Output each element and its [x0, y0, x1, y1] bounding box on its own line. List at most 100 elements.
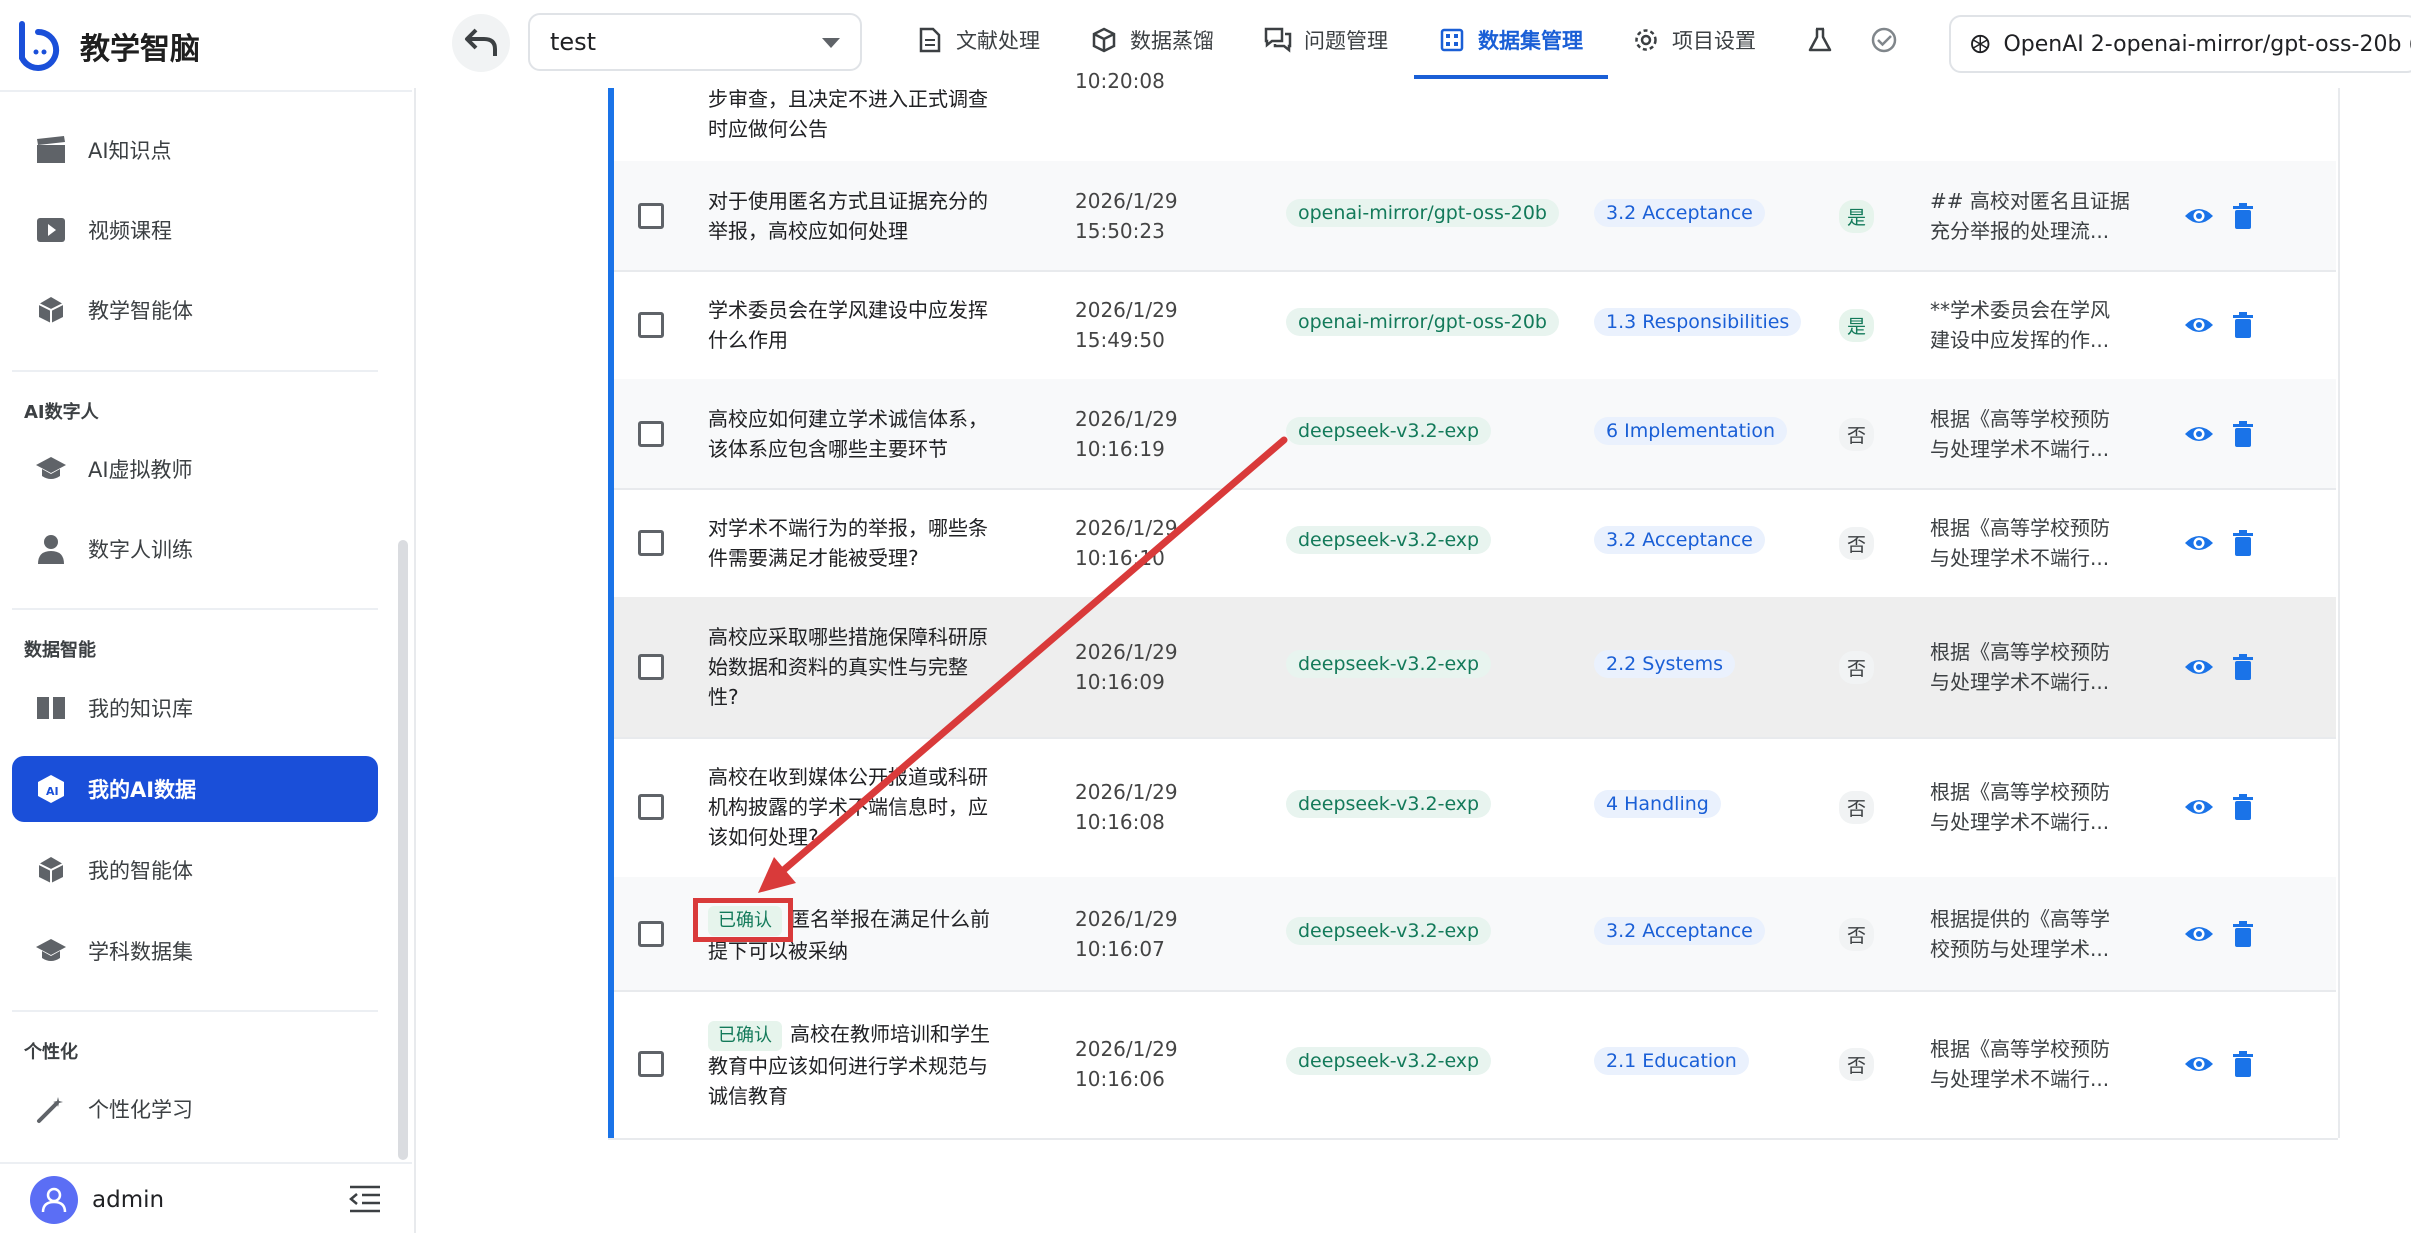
- question-text[interactable]: 对于使用匿名方式且证据充分的 举报，高校应如何处理: [708, 186, 1028, 246]
- answer-preview: 根据《高等学校预防 与处理学术不端行...: [1930, 1037, 2110, 1091]
- chapter-tag: 1.3 Responsibilities: [1594, 308, 1802, 336]
- top-bar: test 文献处理 数据蒸馏 问题管理 数据集管理 项目设置 OpenAI 2-…: [414, 0, 2411, 88]
- clapperboard-icon: [32, 131, 70, 169]
- project-select[interactable]: test: [528, 13, 862, 71]
- table-row[interactable]: 步审查，且决定不进入正式调查 时应做何公告 10:20:08: [614, 69, 2336, 163]
- question-line: 性?: [708, 685, 739, 709]
- table-row[interactable]: 高校应如何建立学术诚信体系， 该体系应包含哪些主要环节 2026/1/29 10:16…: [614, 379, 2336, 490]
- tab-label: 项目设置: [1672, 29, 1756, 53]
- row-checkbox[interactable]: [638, 921, 664, 947]
- row-checkbox[interactable]: [638, 530, 664, 556]
- avatar[interactable]: [30, 1175, 78, 1224]
- eye-icon[interactable]: [2184, 528, 2214, 558]
- graduation-cap-icon: [32, 450, 70, 488]
- table-row[interactable]: 已确认 匿名举报在满足什么前 提下可以被采纳 2026/1/29 10:16:07 dee…: [614, 877, 2336, 992]
- answer-preview: **学术委员会在学风 建设中应发挥的作...: [1930, 298, 2110, 352]
- row-checkbox[interactable]: [638, 421, 664, 447]
- eye-icon[interactable]: [2184, 1049, 2214, 1079]
- created-time: 2026/1/29 10:16:19: [1075, 407, 1178, 461]
- question-text[interactable]: 对学术不端行为的举报，哪些条 件需要满足才能被受理?: [708, 513, 1028, 573]
- sidebar-item-my-ai-data[interactable]: AI 我的AI数据: [12, 756, 378, 822]
- tab-question-management[interactable]: 问题管理: [1264, 0, 1388, 80]
- trash-icon[interactable]: [2228, 201, 2258, 231]
- section-divider: [12, 1010, 378, 1012]
- question-line: 教育中应该如何进行学术规范与: [708, 1054, 988, 1078]
- eye-icon[interactable]: [2184, 792, 2214, 822]
- sidebar-item-my-agent[interactable]: 我的智能体: [12, 837, 378, 903]
- sidebar-item-teaching-agent[interactable]: 教学智能体: [12, 277, 378, 343]
- question-text[interactable]: 学术委员会在学风建设中应发挥 什么作用: [708, 295, 1028, 355]
- row-checkbox[interactable]: [638, 654, 664, 680]
- brand-divider: [0, 90, 412, 92]
- sidebar-item-ai-virtual-teacher[interactable]: AI虚拟教师: [12, 436, 378, 502]
- eye-icon[interactable]: [2184, 652, 2214, 682]
- trash-icon[interactable]: [2228, 792, 2258, 822]
- answer-preview: 根据《高等学校预防 与处理学术不端行...: [1930, 407, 2110, 461]
- project-select-value: test: [550, 28, 597, 56]
- caret-down-icon: [822, 38, 840, 48]
- collapse-menu-icon[interactable]: [348, 1182, 382, 1216]
- trash-icon[interactable]: [2228, 419, 2258, 449]
- sidebar-item-my-knowledge-base[interactable]: 我的知识库: [12, 675, 378, 741]
- table-row[interactable]: 已确认 高校在教师培训和学生 教育中应该如何进行学术规范与 诚信教育 2026/1/29…: [614, 990, 2336, 1140]
- row-checkbox[interactable]: [638, 312, 664, 338]
- table-row[interactable]: 对学术不端行为的举报，哪些条 件需要满足才能被受理? 2026/1/29 10:16:…: [614, 488, 2336, 599]
- question-line: 高校应采取哪些措施保障科研原: [708, 625, 988, 649]
- trash-icon[interactable]: [2228, 919, 2258, 949]
- tab-label: 数据蒸馏: [1130, 29, 1214, 53]
- question-text[interactable]: 步审查，且决定不进入正式调查 时应做何公告: [708, 84, 1028, 144]
- sidebar-scrollbar[interactable]: [398, 540, 408, 1160]
- person-icon: [41, 1187, 67, 1212]
- graduation-cap-icon: [32, 932, 70, 970]
- eye-icon[interactable]: [2184, 919, 2214, 949]
- answer-preview: 根据《高等学校预防 与处理学术不端行...: [1930, 516, 2110, 570]
- eye-icon[interactable]: [2184, 201, 2214, 231]
- table-row[interactable]: 学术委员会在学风建设中应发挥 什么作用 2026/1/29 15:49:50 opena…: [614, 270, 2336, 381]
- document-icon: [916, 26, 944, 54]
- question-line: 高校在教师培训和学生: [790, 1022, 990, 1046]
- flask-button[interactable]: [1806, 0, 1834, 80]
- row-checkbox[interactable]: [638, 1051, 664, 1077]
- tab-project-settings[interactable]: 项目设置: [1632, 0, 1756, 80]
- question-text[interactable]: 高校应采取哪些措施保障科研原 始数据和资料的真实性与完整 性?: [708, 622, 1028, 712]
- table-row[interactable]: 高校应采取哪些措施保障科研原 始数据和资料的真实性与完整 性? 2026/1/29 10…: [614, 597, 2336, 739]
- check-button[interactable]: [1870, 0, 1898, 80]
- sidebar-item-subject-dataset[interactable]: 学科数据集: [12, 918, 378, 984]
- tab-literature[interactable]: 文献处理: [916, 0, 1040, 80]
- back-button[interactable]: [452, 14, 510, 72]
- row-checkbox[interactable]: [638, 794, 664, 820]
- trash-icon[interactable]: [2228, 528, 2258, 558]
- grid-icon: [1438, 26, 1466, 54]
- question-text[interactable]: 高校在收到媒体公开报道或科研 机构披露的学术不端信息时，应 该如何处理?: [708, 762, 1028, 852]
- question-line: 对于使用匿名方式且证据充分的: [708, 189, 988, 213]
- section-divider: [12, 370, 378, 372]
- model-select[interactable]: OpenAI 2-openai-mirror/gpt-oss-20b (: [1949, 15, 2411, 73]
- tab-dataset-management[interactable]: 数据集管理: [1438, 0, 1583, 80]
- question-text[interactable]: 高校应如何建立学术诚信体系， 该体系应包含哪些主要环节: [708, 404, 1028, 464]
- brand[interactable]: 教学智脑: [12, 16, 200, 76]
- sidebar-item-ai-knowledge[interactable]: AI知识点: [12, 117, 378, 183]
- trash-icon[interactable]: [2228, 1049, 2258, 1079]
- user-name: admin: [92, 1186, 165, 1213]
- sidebar-item-label: 我的AI数据: [88, 778, 197, 802]
- model-chip: deepseek-v3.2-exp: [1286, 1047, 1492, 1075]
- created-time: 2026/1/29 15:50:23: [1075, 189, 1178, 243]
- row-checkbox[interactable]: [638, 203, 664, 229]
- trash-icon[interactable]: [2228, 652, 2258, 682]
- table-row[interactable]: 高校在收到媒体公开报道或科研 机构披露的学术不端信息时，应 该如何处理? 2026/1…: [614, 737, 2336, 879]
- trash-icon[interactable]: [2228, 310, 2258, 340]
- table-row[interactable]: 对于使用匿名方式且证据充分的 举报，高校应如何处理 2026/1/29 15:50:2…: [614, 161, 2336, 272]
- reviewed-flag: 否: [1839, 418, 1875, 451]
- model-chip: openai-mirror/gpt-oss-20b: [1286, 199, 1559, 227]
- question-text[interactable]: 已确认 高校在教师培训和学生 教育中应该如何进行学术规范与 诚信教育: [708, 1019, 1028, 1111]
- eye-icon[interactable]: [2184, 419, 2214, 449]
- question-line: 机构披露的学术不端信息时，应: [708, 795, 988, 819]
- question-line: 步审查，且决定不进入正式调查: [708, 87, 988, 111]
- sidebar-item-video-course[interactable]: 视频课程: [12, 197, 378, 263]
- sidebar-item-digital-human-training[interactable]: 数字人训练: [12, 516, 378, 582]
- sidebar-item-personal-learning[interactable]: 个性化学习: [12, 1076, 378, 1142]
- openai-logo-icon: [1971, 34, 1990, 54]
- model-chip: deepseek-v3.2-exp: [1286, 917, 1492, 945]
- sidebar-item-label: 我的智能体: [88, 859, 193, 883]
- eye-icon[interactable]: [2184, 310, 2214, 340]
